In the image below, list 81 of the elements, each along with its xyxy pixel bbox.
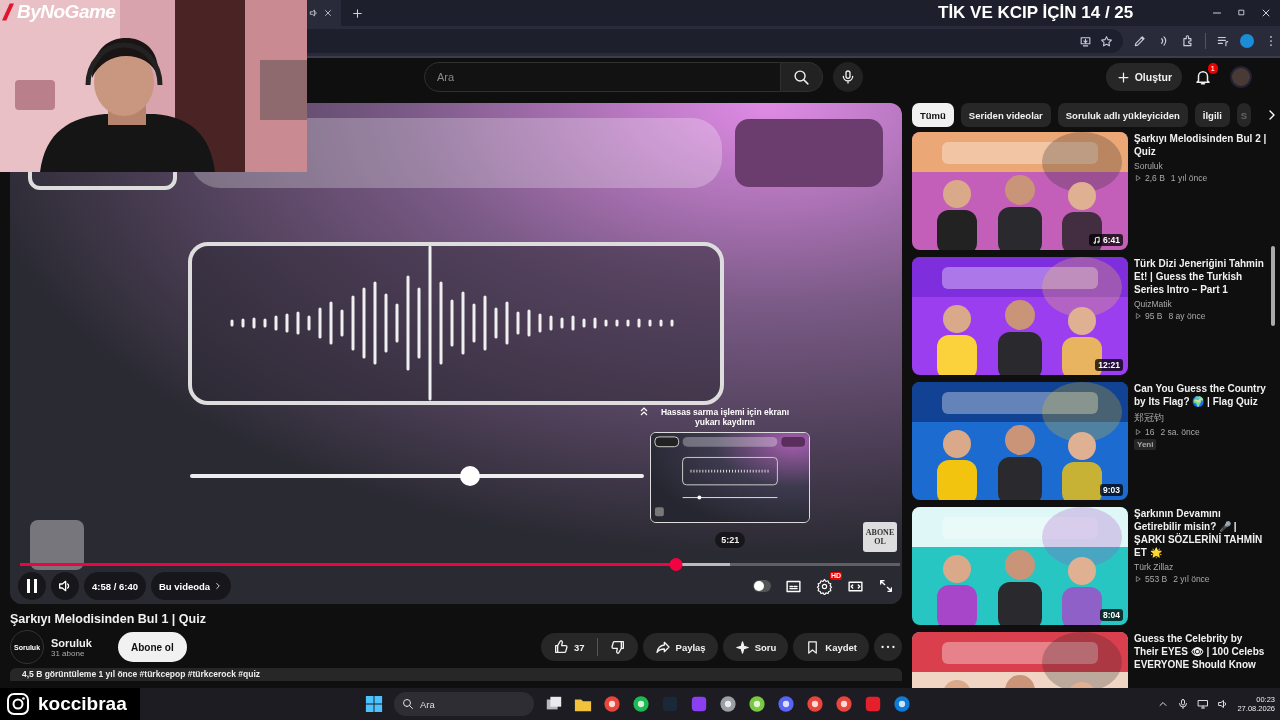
play-icon (1134, 174, 1142, 182)
close-icon[interactable] (1260, 7, 1272, 19)
view-count: 553 B (1145, 574, 1168, 584)
monitor-icon[interactable] (1197, 698, 1210, 710)
search-icon (402, 698, 414, 710)
app-icon[interactable] (719, 695, 737, 713)
filter-chip[interactable]: İlgili (1194, 103, 1230, 127)
app-icon[interactable] (632, 695, 650, 713)
view-count: 16 (1145, 427, 1155, 437)
thumbs-down-icon (609, 639, 626, 655)
mic-icon (840, 69, 856, 85)
bell-icon[interactable] (1194, 68, 1212, 86)
recommendation-channel[interactable]: QuizMatik (1134, 299, 1268, 309)
app-icon[interactable] (777, 695, 795, 713)
upload-age: 8 ay önce (1168, 311, 1206, 321)
upload-age: 2 yıl önce (1173, 574, 1210, 584)
speaker-icon (309, 8, 319, 18)
filter-chip[interactable]: Soruluk adlı yükleyiciden (1057, 103, 1188, 127)
voice-search-button[interactable] (833, 62, 863, 92)
like-button[interactable]: 37 (540, 633, 597, 661)
recommendation-title[interactable]: Guess the Celebrity by Their EYES 👁 | 100 Celebs EVERYONE Should Know (1134, 632, 1268, 671)
new-tab-icon[interactable] (351, 6, 364, 20)
video-title: Şarkıyı Melodisinden Bul 1 | Quiz (10, 612, 207, 626)
create-button[interactable]: Oluştur (1105, 63, 1182, 91)
action-button[interactable]: Soru (722, 633, 789, 661)
search-field[interactable]: Ara (424, 62, 781, 92)
action-button[interactable]: Paylaş (642, 633, 718, 661)
recommendation-title[interactable]: Şarkının Devamını Getirebilir misin? 🎤 | ŞARKI SÖZLERİNİ TAHMİN ET 🌟 (1134, 507, 1268, 559)
recommendation-title[interactable]: Şarkıyı Melodisinden Bul 2 | Quiz (1134, 132, 1268, 158)
bookmark-star-icon[interactable] (1100, 34, 1113, 48)
filter-chip[interactable]: Seriden videolar (960, 103, 1051, 127)
start-icon[interactable] (365, 695, 383, 713)
app-icon[interactable] (835, 695, 853, 713)
recommendation-channel[interactable]: 郑冠钧 (1134, 411, 1268, 425)
view-count: 95 B (1145, 311, 1163, 321)
duration-badge: 12:21 (1095, 359, 1123, 371)
goal-counter: TİK VE KCIP İÇİN 14 / 25 (938, 3, 1134, 23)
recommendation-channel[interactable]: Soruluk (1134, 161, 1268, 171)
subscribe-button[interactable]: Abone ol (117, 632, 187, 662)
channel-name[interactable]: Soruluk (51, 636, 92, 649)
duration-badge: 9:03 (1100, 484, 1123, 496)
close-icon[interactable] (323, 8, 333, 18)
play-icon (1134, 575, 1142, 583)
recommendation-channel[interactable]: Türk Zillaz (1134, 562, 1268, 572)
media-queue-icon[interactable] (1216, 34, 1230, 48)
app-icon[interactable] (806, 695, 824, 713)
social-handle: koccibraa (38, 693, 127, 715)
recommendation-title[interactable]: Can You Guess the Country by Its Flag? 🌍 | Flag Quiz (1134, 382, 1268, 408)
app-icon[interactable] (603, 695, 621, 713)
maximize-icon[interactable] (1236, 7, 1247, 18)
extensions-icon[interactable] (1181, 34, 1195, 48)
app-icon[interactable] (893, 695, 911, 713)
new-badge: Yeni (1134, 439, 1157, 450)
sparkle-icon (734, 639, 750, 655)
filter-chip[interactable]: Tümü (912, 103, 954, 127)
play-icon (1134, 312, 1142, 320)
play-icon (1134, 428, 1142, 436)
more-icon (881, 645, 895, 649)
video-description: 4,5 B görüntüleme 1 yıl önce #türkcepop #türkcerock #quiz (10, 668, 902, 681)
search-button[interactable] (781, 62, 823, 92)
mic-icon[interactable] (1177, 698, 1190, 710)
install-icon[interactable] (1079, 34, 1092, 48)
action-button[interactable]: Kaydet (793, 633, 869, 661)
recommendation-title[interactable]: Türk Dizi Jeneriğini Tahmin Et! | Guess the Turkish Series Intro – Part 1 (1134, 257, 1268, 296)
account-icon[interactable] (1240, 34, 1254, 48)
taskbar-search[interactable]: Ara (394, 692, 534, 716)
duration-badge: 6:41 (1089, 234, 1123, 246)
upload-age: 2 sa. önce (1160, 427, 1200, 437)
search-icon (793, 68, 810, 86)
view-count: 2,6 B (1145, 173, 1165, 183)
camera-outline-icon (6, 692, 30, 716)
notification-badge: 1 (1207, 63, 1218, 74)
share-icon (654, 639, 671, 655)
subscriber-count: 31 abone (51, 648, 86, 658)
plus-icon (1115, 69, 1131, 85)
duration-badge: 8:04 (1100, 609, 1123, 621)
upload-age: 1 yıl önce (1170, 173, 1208, 183)
thumbs-up-icon (552, 639, 569, 655)
pencil-icon[interactable] (1133, 34, 1147, 48)
app-icon[interactable] (748, 695, 766, 713)
more-button[interactable] (874, 633, 902, 661)
